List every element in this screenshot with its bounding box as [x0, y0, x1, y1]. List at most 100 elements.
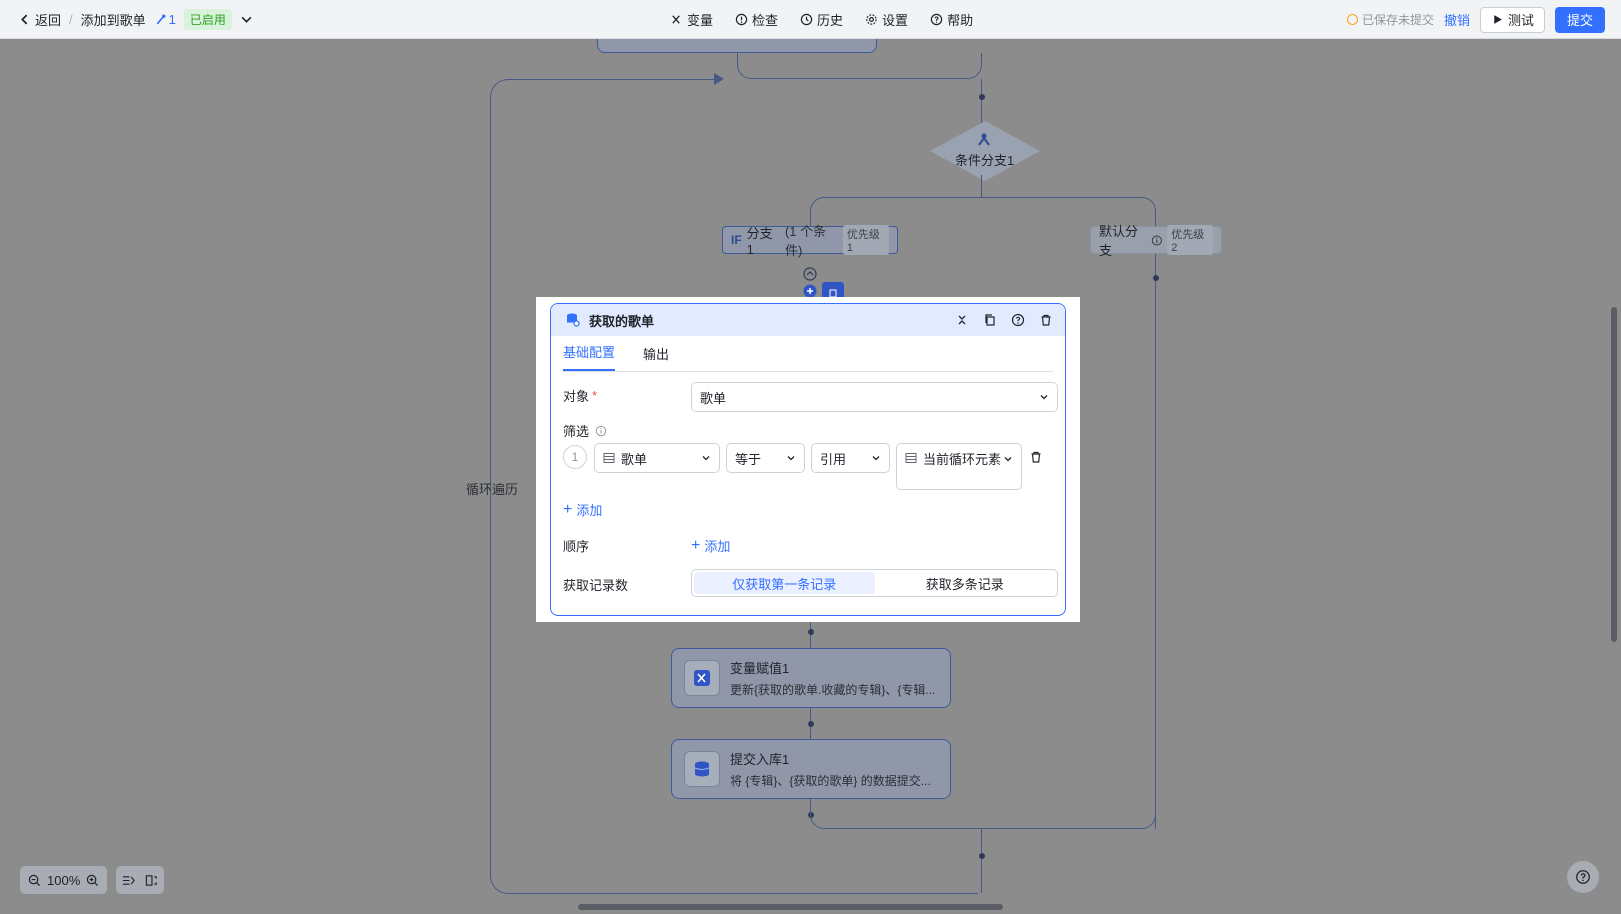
filter-value-value: 当前循环元素 — [923, 452, 1002, 467]
records-multiple[interactable]: 获取多条记录 — [875, 572, 1056, 594]
variable-assign-desc: 更新{获取的歌单.收藏的专辑}、{专辑... — [730, 683, 936, 697]
revoke-link[interactable]: 撤销 — [1444, 10, 1470, 29]
toolbar-right: 已保存未提交 撤销 测试 提交 — [1346, 0, 1605, 39]
collapse-icon[interactable] — [803, 267, 817, 281]
object-label: 对象 — [563, 389, 590, 404]
loop-top-line — [508, 79, 718, 80]
check-label: 检查 — [752, 13, 779, 28]
panel-tabs: 基础配置 输出 — [563, 336, 1053, 372]
chevron-down-icon[interactable] — [240, 13, 253, 26]
if-branch-priority: 优先级 1 — [842, 225, 889, 255]
tab-basic-config[interactable]: 基础配置 — [563, 342, 616, 371]
check-button[interactable]: 检查 — [735, 10, 778, 29]
test-label: 测试 — [1507, 13, 1534, 28]
loop-bottom-line — [508, 893, 978, 894]
filter-value-type-value: 引用 — [820, 451, 847, 467]
question-icon[interactable] — [1011, 313, 1025, 327]
copy-icon[interactable] — [983, 313, 997, 327]
settings-button[interactable]: 设置 — [865, 10, 908, 29]
loop-arrow-icon — [714, 73, 724, 85]
variables-label: 变量 — [687, 13, 714, 28]
warning-icon — [1346, 14, 1358, 25]
filter-operator-select[interactable]: 等于 — [726, 443, 805, 473]
zoom-control: 100% — [20, 866, 108, 894]
chevron-down-icon — [1004, 457, 1012, 462]
default-branch-line — [1155, 254, 1156, 829]
test-button[interactable]: 测试 — [1479, 6, 1545, 33]
filter-value-type-select[interactable]: 引用 — [811, 443, 890, 473]
info-icon — [595, 425, 607, 436]
tab-output[interactable]: 输出 — [643, 344, 669, 371]
add-filter-button[interactable]: + 添加 — [563, 500, 602, 519]
filter-value-select[interactable]: 当前循环元素 — [896, 443, 1022, 490]
add-filter-label: 添加 — [576, 503, 603, 518]
save-status-text: 已保存未提交 — [1361, 13, 1434, 27]
collapse-panel-icon[interactable] — [955, 313, 969, 327]
order-row: 顺序 — [563, 536, 589, 555]
connector-to-condition — [981, 79, 982, 123]
object-select[interactable]: 歌单 — [691, 382, 1058, 412]
chevron-down-icon — [787, 456, 795, 461]
submit-button[interactable]: 提交 — [1554, 6, 1605, 33]
history-label: 历史 — [817, 13, 844, 28]
info-icon — [1151, 234, 1162, 246]
filter-field-select[interactable]: 歌单 — [594, 443, 720, 473]
records-first-only[interactable]: 仅获取第一条记录 — [694, 572, 875, 594]
commit-desc: 将 {专辑}、{获取的歌单} 的数据提交... — [730, 774, 931, 788]
variable-assign-node[interactable]: 变量赋值1 更新{获取的歌单.收藏的专辑}、{专辑... — [671, 648, 951, 708]
if-branch-cond: (1 个条件) — [784, 224, 827, 258]
top-partial-node[interactable] — [597, 39, 877, 53]
flow-name[interactable]: 添加到歌单 — [81, 10, 146, 29]
data-query-icon — [567, 313, 580, 327]
merge-dot — [979, 853, 985, 859]
history-button[interactable]: 历史 — [800, 10, 843, 29]
play-icon — [1494, 15, 1502, 24]
help-button[interactable]: 帮助 — [930, 10, 973, 29]
panel-tools — [955, 313, 1053, 327]
condition-title: 条件分支1 — [955, 153, 1015, 168]
records-segmented: 仅获取第一条记录 获取多条记录 — [691, 569, 1058, 597]
connector-dot — [979, 94, 985, 100]
database-icon-wrap — [684, 751, 720, 787]
trash-icon[interactable] — [1039, 313, 1053, 327]
zoom-out-icon[interactable] — [28, 874, 41, 887]
help-fab[interactable] — [1567, 861, 1599, 893]
fit-view-icon[interactable] — [145, 874, 158, 887]
version-tag[interactable]: 1 — [154, 12, 176, 27]
horizontal-scrollbar[interactable] — [578, 904, 1003, 910]
variable-assign-icon-wrap — [684, 660, 720, 696]
condition-branch-icon — [978, 133, 990, 146]
zoom-in-icon[interactable] — [86, 874, 99, 887]
default-branch-box[interactable]: 默认分支 优先级 2 — [1090, 224, 1222, 258]
variables-button[interactable]: 变量 — [670, 10, 713, 29]
back-label: 返回 — [35, 13, 62, 28]
default-branch-dot — [1153, 275, 1159, 281]
help-label: 帮助 — [947, 13, 974, 28]
version-number: 1 — [168, 12, 176, 27]
add-node-icon[interactable] — [803, 284, 817, 298]
breadcrumb-separator: / — [69, 12, 73, 27]
commit-node[interactable]: 提交入库1 将 {专辑}、{获取的歌单} 的数据提交... — [671, 739, 951, 799]
object-select-value: 歌单 — [700, 390, 727, 406]
variable-assign-icon — [694, 670, 710, 686]
chevron-down-icon — [702, 456, 710, 461]
order-label: 顺序 — [563, 539, 590, 554]
auto-layout-icon[interactable] — [122, 874, 135, 887]
add-order-label: 添加 — [704, 539, 731, 554]
object-row: 对象 * — [563, 386, 597, 405]
alert-circle-icon — [735, 13, 748, 26]
zoom-level: 100% — [47, 872, 81, 888]
if-tag: IF — [731, 233, 742, 247]
merge-left-curve — [810, 799, 982, 829]
commit-title: 提交入库1 — [730, 752, 790, 767]
filter-label: 筛选 — [563, 424, 590, 439]
if-branch-box[interactable]: IF 分支 1 (1 个条件) 优先级 1 — [722, 224, 898, 258]
loop-label: 循环遍历 — [466, 482, 519, 497]
panel-title[interactable]: 获取的歌单 — [589, 311, 955, 330]
back-button[interactable]: 返回 — [18, 10, 61, 29]
delete-filter-icon[interactable] — [1029, 450, 1043, 464]
question-icon — [1576, 870, 1590, 884]
add-order-button[interactable]: + 添加 — [691, 536, 730, 555]
vertical-scrollbar[interactable] — [1611, 307, 1617, 642]
gear-icon — [866, 14, 877, 25]
